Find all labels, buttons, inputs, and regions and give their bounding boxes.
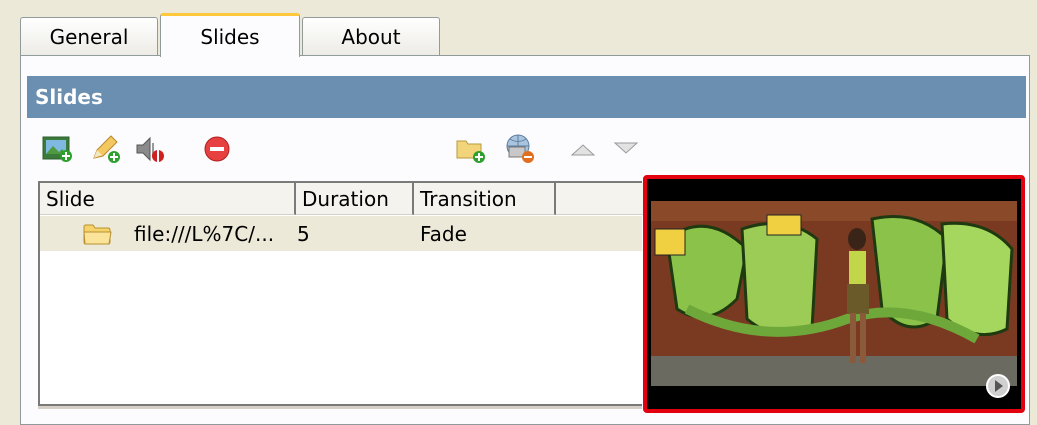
- remove-web-button[interactable]: [503, 132, 537, 166]
- move-down-button[interactable]: [609, 132, 643, 166]
- slide-file-cell: file:///L%7C/...: [134, 221, 275, 246]
- edit-pencil-icon: [93, 135, 120, 163]
- slide-duration-cell: 5: [297, 221, 310, 246]
- slide-preview: [643, 175, 1025, 413]
- list-bottom-border: [38, 406, 642, 409]
- add-audio-button[interactable]: [133, 132, 167, 166]
- preview-image: [647, 179, 1021, 409]
- remove-slide-button[interactable]: [200, 132, 234, 166]
- column-header-duration[interactable]: Duration: [296, 183, 414, 215]
- column-header-transition[interactable]: Transition: [414, 183, 556, 215]
- section-title: Slides: [35, 85, 103, 109]
- move-up-icon: [570, 144, 596, 156]
- edit-slide-button[interactable]: [89, 132, 123, 166]
- remove-web-icon: [506, 134, 534, 163]
- tab-about-label: About: [341, 25, 401, 49]
- table-row[interactable]: file:///L%7C/... 5 Fade: [40, 216, 642, 251]
- tab-general[interactable]: General: [20, 17, 158, 56]
- tab-general-label: General: [49, 25, 129, 49]
- add-folder-button[interactable]: [454, 132, 488, 166]
- tab-about[interactable]: About: [302, 17, 440, 56]
- add-folder-icon: [456, 140, 485, 163]
- section-header: Slides: [27, 76, 1026, 118]
- column-header-transition-label: Transition: [420, 186, 517, 211]
- slide-list[interactable]: Slide Duration Transition file:///L%7C/.…: [38, 181, 646, 406]
- add-audio-icon: [136, 136, 164, 162]
- move-up-button[interactable]: [566, 132, 600, 166]
- remove-icon: [204, 136, 230, 162]
- add-image-icon: [42, 136, 72, 162]
- column-header-slide-label: Slide: [46, 186, 95, 211]
- tab-slides-label: Slides: [200, 24, 260, 49]
- column-header-extra[interactable]: [556, 183, 646, 215]
- column-header-slide[interactable]: Slide: [40, 183, 296, 215]
- folder-icon: [82, 216, 114, 251]
- column-header-duration-label: Duration: [302, 186, 389, 211]
- tab-slides[interactable]: Slides: [160, 13, 300, 57]
- play-icon[interactable]: [985, 373, 1011, 399]
- slide-transition-cell: Fade: [420, 221, 467, 246]
- move-down-icon: [613, 142, 639, 154]
- add-image-button[interactable]: [41, 132, 75, 166]
